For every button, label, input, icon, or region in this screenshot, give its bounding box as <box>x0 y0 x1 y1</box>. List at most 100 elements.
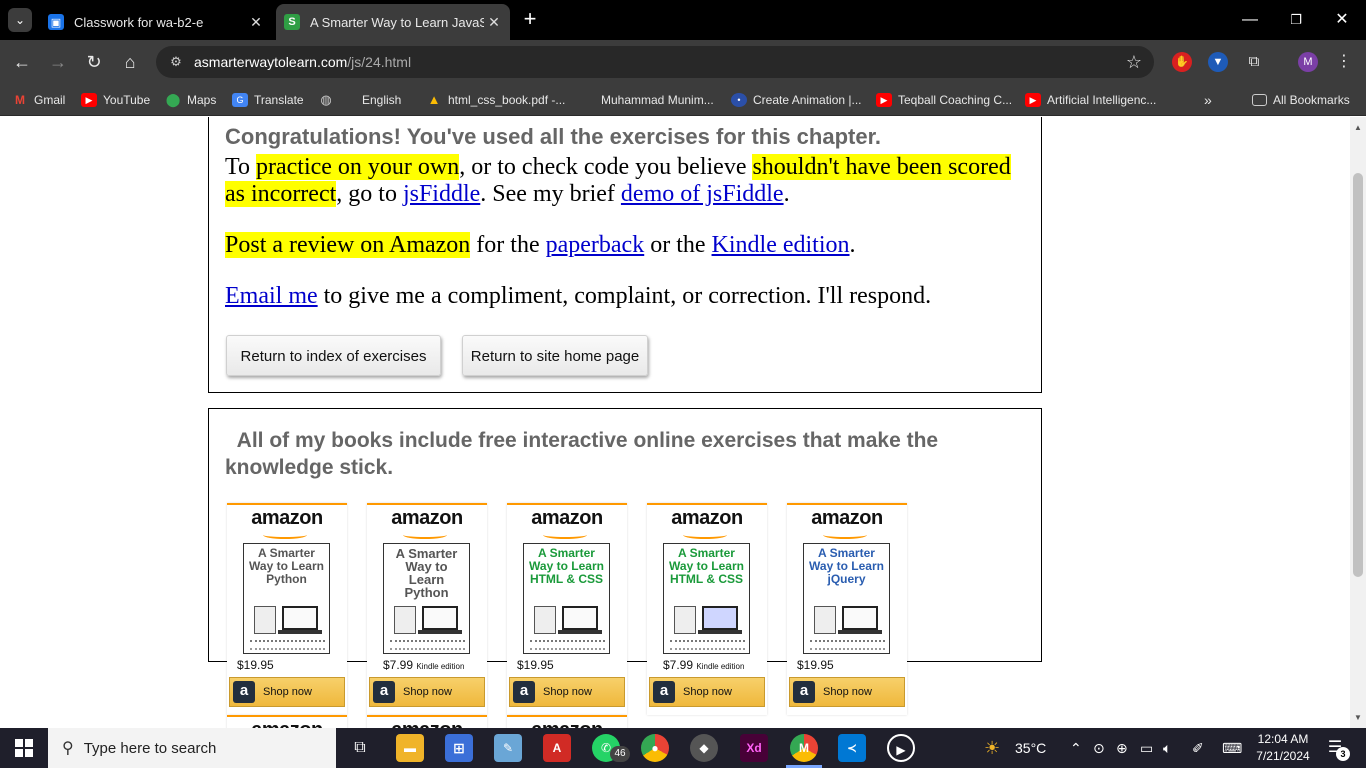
tab-classwork[interactable]: ▣ Classwork for wa-b2-e ✕ <box>40 4 272 40</box>
pen-icon[interactable]: ✐ <box>1192 728 1204 768</box>
book-card-htmlcss-paperback[interactable]: amazon A Smarter Way to Learn HTML & CSS… <box>507 503 627 715</box>
jsfiddle-link[interactable]: jsFiddle <box>403 181 480 207</box>
start-button[interactable] <box>0 728 48 768</box>
book-cover[interactable]: A Smarter Way to Learn HTML & CSS <box>663 543 750 654</box>
books-heading: All of my books include free interactive… <box>225 427 1035 481</box>
gmail-icon: M <box>15 93 25 107</box>
bookmark-star-icon[interactable]: ☆ <box>1126 52 1142 73</box>
more-bookmarks-chevron-icon[interactable]: » <box>1204 91 1212 109</box>
return-to-index-button[interactable]: Return to index of exercises <box>226 335 441 376</box>
book-card-row2-1[interactable]: amazon <box>227 715 347 728</box>
book-card-python-paperback[interactable]: amazon A Smarter Way to Learn Python $19… <box>227 503 347 715</box>
shop-now-button[interactable]: a Shop now <box>789 677 905 707</box>
notepad-icon[interactable]: ✎ <box>494 734 522 762</box>
menu-kebab-icon[interactable]: ⋮ <box>1334 52 1354 72</box>
paperback-link[interactable]: paperback <box>546 232 645 258</box>
bookmark-translate[interactable]: G Translate <box>232 91 304 109</box>
back-button[interactable]: ← <box>10 50 34 74</box>
chrome-profile-icon[interactable]: M <box>790 734 818 762</box>
scroll-down-arrow-icon[interactable]: ▼ <box>1350 713 1366 722</box>
minimize-button[interactable]: — <box>1238 8 1262 32</box>
weather-icon[interactable]: ☀ <box>984 728 1000 768</box>
book-card-row2-3[interactable]: amazon <box>507 715 627 728</box>
extensions-puzzle-icon[interactable]: ⧉ <box>1244 52 1264 72</box>
laptop-icon <box>842 606 878 630</box>
inkscape-icon[interactable]: ◆ <box>690 734 718 762</box>
tab-smarter-way[interactable]: S A Smarter Way to Learn JavaScr ✕ <box>276 4 510 40</box>
animation-icon: • <box>731 93 747 107</box>
bookmark-maps[interactable]: ⬤ Maps <box>165 91 217 109</box>
bookmark-youtube[interactable]: ▶ YouTube <box>81 91 150 109</box>
scrollbar-thumb[interactable] <box>1353 173 1363 577</box>
battery-icon[interactable]: ▭ <box>1140 728 1153 768</box>
home-button[interactable]: ⌂ <box>118 50 142 74</box>
show-hidden-icons-chevron-icon[interactable]: ⌃ <box>1070 728 1082 768</box>
bookmark-create-animation[interactable]: • Create Animation |... <box>731 91 862 109</box>
price-value: $19.95 <box>517 658 554 672</box>
chrome-icon[interactable]: ● <box>641 734 669 762</box>
acrobat-icon[interactable]: A <box>543 734 571 762</box>
bookmark-teqball[interactable]: ▶ Teqball Coaching C... <box>876 91 1012 109</box>
books-heading-text: All of my books include free interactive… <box>225 429 939 479</box>
scroll-up-arrow-icon[interactable]: ▲ <box>1350 123 1366 132</box>
profile-avatar[interactable]: M <box>1298 52 1318 72</box>
laptop-base <box>418 630 462 634</box>
meet-now-icon[interactable]: ⊙ <box>1093 728 1105 768</box>
bookmark-label: YouTube <box>103 93 151 107</box>
book-card-jquery-paperback[interactable]: amazon A Smarter Way to Learn jQuery $19… <box>787 503 907 715</box>
bookmark-ai[interactable]: ▶ Artificial Intelligenc... <box>1025 91 1156 109</box>
kindle-edition-link[interactable]: Kindle edition <box>712 232 850 258</box>
notification-center-icon[interactable]: ☰ 3 <box>1324 737 1350 761</box>
bookmark-english[interactable]: ◍ English <box>318 91 401 109</box>
close-tab-icon[interactable]: ✕ <box>484 14 504 31</box>
shop-now-button[interactable]: a Shop now <box>509 677 625 707</box>
all-bookmarks[interactable]: All Bookmarks <box>1252 91 1350 109</box>
book-card-row2-2[interactable]: amazon <box>367 715 487 728</box>
bookmark-gmail[interactable]: M Gmail <box>12 91 65 109</box>
shop-now-button[interactable]: a Shop now <box>369 677 485 707</box>
microsoft-store-icon[interactable]: ⊞ <box>445 734 473 762</box>
file-explorer-icon[interactable]: ▬ <box>396 734 424 762</box>
taskbar-search-box[interactable]: ⚲ Type here to search <box>48 728 336 768</box>
page-scrollbar[interactable]: ▲ ▼ <box>1350 117 1366 728</box>
shop-now-button[interactable]: a Shop now <box>229 677 345 707</box>
network-icon[interactable]: ⊕ <box>1116 728 1128 768</box>
adblock-extension-icon[interactable]: ✋ <box>1172 52 1192 72</box>
return-to-home-button[interactable]: Return to site home page <box>462 335 648 376</box>
keyboard-icon[interactable]: ⌨ <box>1222 728 1242 768</box>
demo-jsfiddle-link[interactable]: demo of jsFiddle <box>621 181 784 207</box>
temperature[interactable]: 35°C <box>1015 728 1046 768</box>
forward-button[interactable]: → <box>46 50 70 74</box>
edition-label: Kindle edition <box>416 662 465 671</box>
reload-button[interactable]: ↻ <box>82 50 106 74</box>
book-cover[interactable]: A Smarter Way to Learn Python <box>243 543 330 654</box>
amazon-smile-icon <box>403 531 447 539</box>
book-card-python-kindle[interactable]: amazon A Smarter Way to Learn Python $7.… <box>367 503 487 715</box>
shield-extension-icon[interactable]: ▼ <box>1208 52 1228 72</box>
restore-button[interactable]: ❐ <box>1284 8 1308 32</box>
close-window-button[interactable]: ✕ <box>1330 8 1354 32</box>
book-cover[interactable]: A Smarter Way to Learn Python <box>383 543 470 654</box>
vscode-icon[interactable]: ≺ <box>838 734 866 762</box>
tab-search-button[interactable]: ⌄ <box>8 8 32 32</box>
book-cover[interactable]: A Smarter Way to Learn HTML & CSS <box>523 543 610 654</box>
task-view-icon[interactable]: ⧉ <box>346 734 374 762</box>
bookmark-html-css-book[interactable]: ▲ html_css_book.pdf -... <box>426 91 566 109</box>
url-text[interactable]: asmarterwaytolearn.com/js/24.html <box>194 54 411 70</box>
system-clock[interactable]: 12:04 AM 7/21/2024 <box>1250 731 1316 765</box>
new-tab-button[interactable]: + <box>518 8 542 32</box>
shop-now-label: Shop now <box>823 686 872 698</box>
book-card-htmlcss-kindle[interactable]: amazon A Smarter Way to Learn HTML & CSS… <box>647 503 767 715</box>
email-me-link[interactable]: Email me <box>225 283 318 309</box>
book-cover[interactable]: A Smarter Way to Learn jQuery <box>803 543 890 654</box>
shop-now-button[interactable]: a Shop now <box>649 677 765 707</box>
media-player-icon[interactable]: ▶ <box>887 734 915 762</box>
address-bar[interactable]: ⚙ asmarterwaytolearn.com/js/24.html ☆ <box>156 46 1154 78</box>
amazon-logo: amazon <box>251 507 323 529</box>
adobe-xd-icon[interactable]: Xd <box>740 734 768 762</box>
bookmark-muhammad-munim[interactable]: Muhammad Munim... <box>601 91 714 109</box>
laptop-icon <box>702 606 738 630</box>
site-info-icon[interactable]: ⚙ <box>166 54 186 70</box>
volume-icon[interactable]: 🔈︎ <box>1163 728 1171 768</box>
close-tab-icon[interactable]: ✕ <box>246 14 266 31</box>
